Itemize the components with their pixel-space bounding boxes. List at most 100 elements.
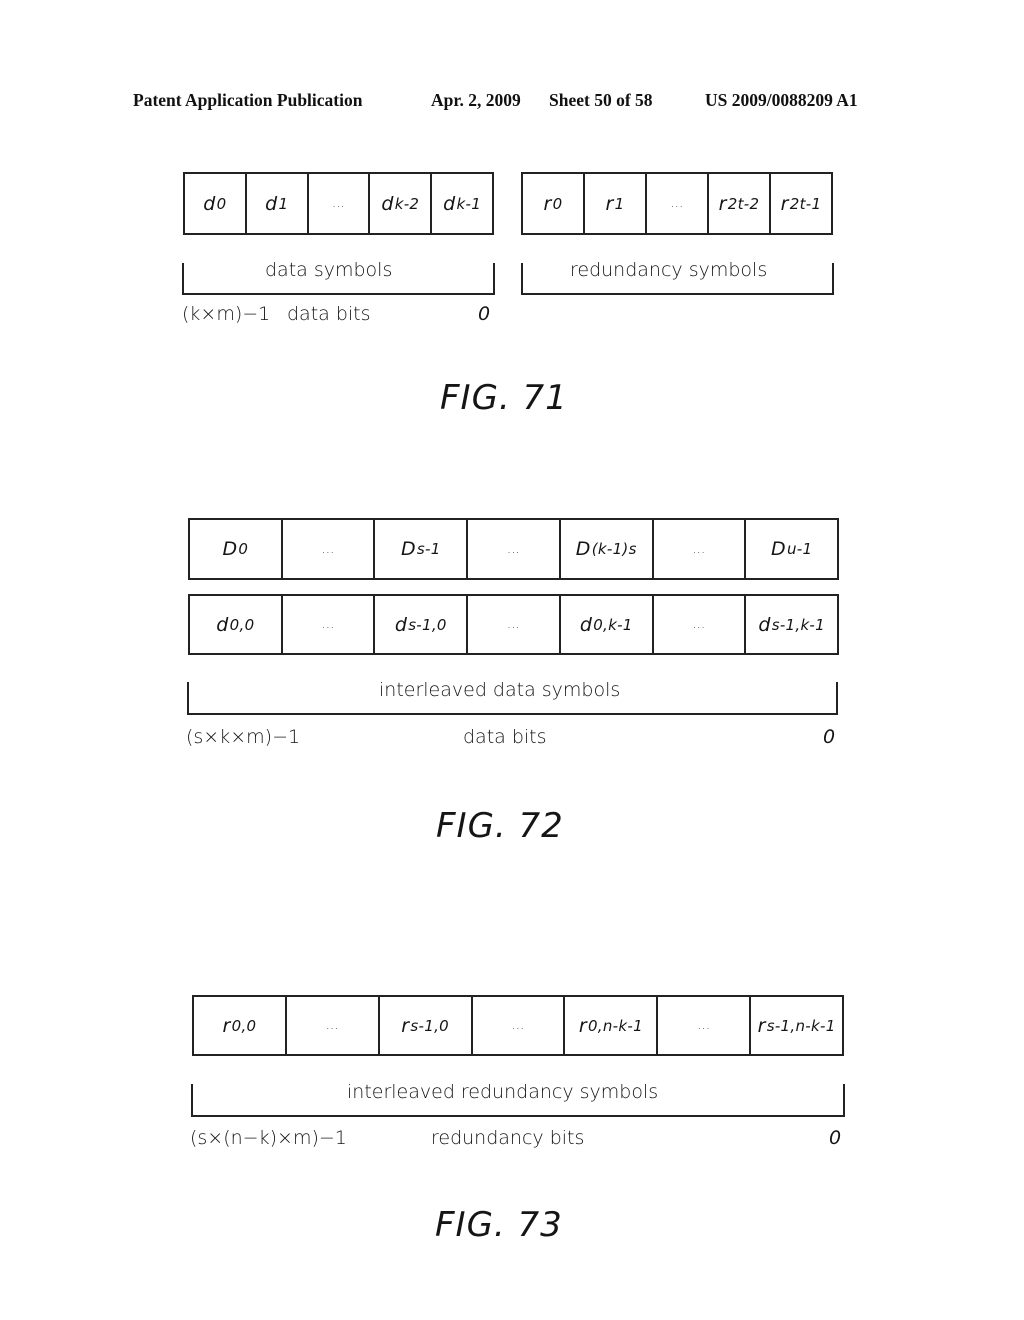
- ellipsis-cell: …: [468, 520, 561, 578]
- symbol-base: …: [325, 1018, 339, 1033]
- ellipsis-cell: …: [283, 520, 376, 578]
- bits-low-label: 0: [478, 303, 491, 325]
- symbol-base: …: [506, 617, 521, 632]
- symbol-subscript: k-1: [456, 194, 482, 213]
- symbol-base: r: [543, 192, 552, 215]
- bits-label: data bits: [287, 303, 371, 325]
- redundancy-symbols-row: r 0 r 1… r 2t-2 r 2t-1: [521, 172, 833, 235]
- symbol-cell: d s-1,0: [375, 596, 469, 653]
- figure-caption: FIG. 73: [435, 1205, 563, 1245]
- symbol-base: r: [780, 192, 789, 215]
- symbol-base: D: [222, 538, 238, 560]
- interleaved-blocks-row: D 0… Ds-1… D (k-1)s… Du-1: [188, 518, 839, 580]
- symbol-subscript: 0: [238, 540, 249, 558]
- symbol-cell: r 0,0: [194, 997, 287, 1054]
- symbol-base: D: [575, 538, 591, 560]
- symbol-subscript: s-1,0: [410, 1016, 449, 1035]
- ellipsis-cell: …: [654, 520, 747, 578]
- symbol-cell: r 2t-1: [771, 174, 831, 233]
- symbol-subscript: 0,0: [229, 615, 255, 634]
- symbol-cell: d 0,0: [190, 596, 283, 653]
- bits-high-label: (s×(n−k)×m)−1: [190, 1127, 347, 1149]
- symbol-cell: r0: [523, 174, 585, 233]
- symbol-base: d: [579, 613, 593, 636]
- symbol-base: …: [670, 196, 684, 211]
- symbol-cell: r 2t-2: [709, 174, 771, 233]
- patent-number: US 2009/0088209 A1: [705, 90, 858, 110]
- symbol-base: r: [401, 1014, 410, 1037]
- symbol-cell: d 0,k-1: [561, 596, 654, 653]
- bits-high-label: (s×k×m)−1: [186, 726, 301, 748]
- symbol-base: …: [331, 196, 346, 211]
- ellipsis-cell: …: [654, 596, 747, 653]
- symbol-base: D: [771, 538, 786, 560]
- symbol-subscript: 0: [552, 194, 563, 213]
- ellipsis-cell: …: [647, 174, 709, 233]
- symbol-subscript: k-2: [394, 194, 420, 213]
- symbol-cell: d k-2: [370, 174, 433, 233]
- symbol-subscript: u-1: [786, 540, 813, 558]
- symbol-base: r: [605, 192, 614, 215]
- symbol-cell: D0: [190, 520, 283, 578]
- symbol-base: r: [578, 1014, 587, 1037]
- symbol-base: r: [757, 1014, 766, 1037]
- ellipsis-cell: …: [658, 997, 752, 1054]
- ellipsis-cell: …: [309, 174, 371, 233]
- ellipsis-cell: …: [283, 596, 376, 653]
- symbol-subscript: s-1: [416, 540, 441, 558]
- symbol-cell: d1: [247, 174, 309, 233]
- symbol-base: r: [222, 1014, 231, 1037]
- publication-type: Patent Application Publication: [133, 90, 363, 110]
- data-symbols-label: data symbols: [265, 259, 393, 281]
- ellipsis-cell: …: [468, 596, 561, 653]
- figure-caption: FIG. 72: [436, 806, 564, 846]
- symbol-base: …: [697, 1018, 711, 1033]
- figure-caption: FIG. 71: [440, 378, 568, 418]
- symbol-subscript: s-1,n-k-1: [766, 1016, 836, 1035]
- data-symbols-row: d 0 d 1… d k-2 d k-1: [183, 172, 494, 235]
- symbol-base: d: [265, 192, 278, 215]
- bits-low-label: 0: [829, 1127, 842, 1149]
- symbol-cell: d k-1: [432, 174, 492, 233]
- symbol-subscript: 0,0: [231, 1016, 257, 1035]
- symbol-subscript: 2t-2: [727, 194, 760, 213]
- symbol-base: …: [321, 541, 335, 557]
- symbol-base: d: [203, 192, 216, 215]
- interleaved-data-symbols-row: d 0,0… d s-1,0… d 0,k-1… d s-1,k-1: [188, 594, 839, 655]
- symbol-base: D: [400, 538, 416, 560]
- redundancy-symbols-label: redundancy symbols: [570, 259, 768, 281]
- symbol-base: …: [692, 617, 706, 632]
- symbol-subscript: 0: [216, 194, 227, 213]
- symbol-cell: Du-1: [746, 520, 837, 578]
- symbol-subscript: s-1,k-1: [771, 615, 825, 634]
- symbol-base: r: [718, 192, 727, 215]
- symbol-cell: D (k-1)s: [561, 520, 654, 578]
- interleaved-redundancy-symbols-label: interleaved redundancy symbols: [347, 1081, 659, 1103]
- symbol-base: …: [321, 617, 335, 632]
- bits-high-label: (k×m)−1: [182, 303, 271, 325]
- symbol-subscript: 1: [614, 194, 625, 213]
- symbol-cell: r1: [585, 174, 647, 233]
- symbol-base: …: [506, 541, 521, 557]
- symbol-subscript: 2t-1: [789, 194, 822, 213]
- symbol-cell: r s-1,n-k-1: [751, 997, 842, 1054]
- symbol-base: d: [394, 613, 408, 636]
- symbol-base: d: [758, 613, 771, 636]
- symbol-subscript: 0,k-1: [593, 615, 633, 634]
- bits-low-label: 0: [823, 726, 836, 748]
- symbol-subscript: (k-1)s: [591, 540, 637, 558]
- page-header: Patent Application Publication Apr. 2, 2…: [0, 90, 1024, 112]
- symbol-base: d: [381, 192, 394, 215]
- sheet-number: Sheet 50 of 58: [549, 90, 653, 110]
- symbol-cell: r s-1,0: [380, 997, 473, 1054]
- bits-label: redundancy bits: [431, 1127, 585, 1149]
- bits-label: data bits: [463, 726, 547, 748]
- symbol-cell: r 0,n-k-1: [565, 997, 659, 1054]
- symbol-base: …: [692, 541, 706, 557]
- symbol-cell: d s-1,k-1: [746, 596, 837, 653]
- publication-date: Apr. 2, 2009: [431, 90, 521, 110]
- symbol-cell: Ds-1: [375, 520, 469, 578]
- symbol-base: …: [511, 1018, 525, 1033]
- ellipsis-cell: …: [287, 997, 380, 1054]
- symbol-subscript: s-1,0: [408, 615, 447, 634]
